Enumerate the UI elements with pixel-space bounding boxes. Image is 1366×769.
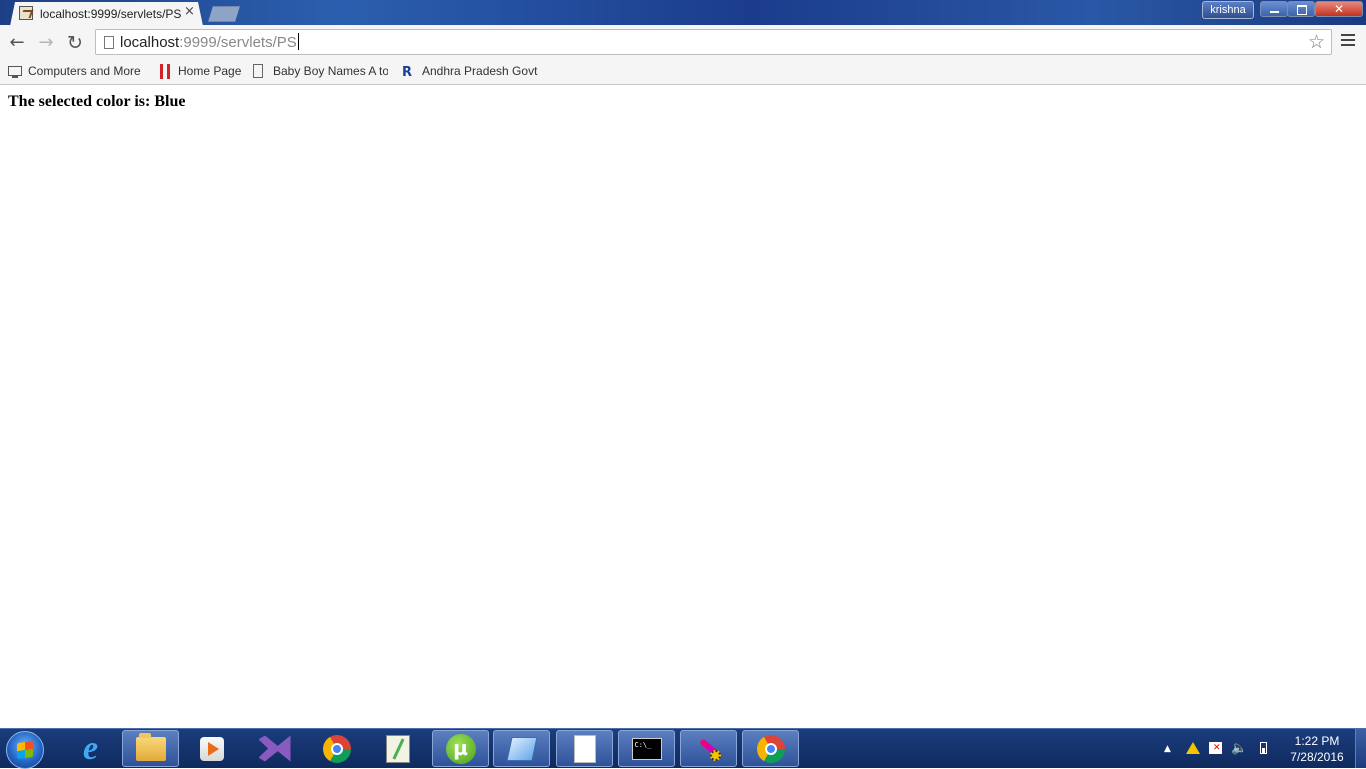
- url-path: :9999/servlets/PS: [179, 34, 297, 51]
- media-player-icon: [199, 736, 224, 761]
- bookmark-label: Andhra Pradesh Govt: [422, 64, 538, 78]
- clock-date: 7/28/2016: [1290, 750, 1344, 764]
- page-icon: [253, 64, 263, 78]
- bookmark-computers-and-more[interactable]: Computers and More: [8, 63, 146, 81]
- minimize-button[interactable]: [1260, 1, 1288, 17]
- taskbar-file-explorer[interactable]: [122, 730, 179, 767]
- taskbar-internet-explorer[interactable]: e: [62, 730, 119, 767]
- clock-time: 1:22 PM: [1294, 734, 1340, 748]
- close-window-button[interactable]: ✕: [1315, 1, 1363, 17]
- folder-icon: [135, 732, 166, 761]
- chrome-icon: [322, 734, 351, 763]
- back-button[interactable]: ←: [7, 33, 27, 53]
- url-host: localhost: [120, 34, 180, 51]
- taskbar-chrome[interactable]: [308, 730, 365, 767]
- network-warning-icon[interactable]: [1186, 742, 1200, 754]
- utorrent-icon: µ: [445, 733, 476, 764]
- monitor-icon: [8, 66, 22, 78]
- forward-button[interactable]: →: [36, 33, 56, 53]
- start-button[interactable]: [6, 731, 44, 769]
- profile-badge[interactable]: krishna: [1202, 1, 1254, 19]
- show-desktop-button[interactable]: [1355, 729, 1366, 768]
- ap-logo-icon: R: [402, 65, 413, 80]
- page-icon: [104, 36, 114, 49]
- tab-favicon-icon: [19, 6, 33, 20]
- tab-title: localhost:9999/servlets/PS: [40, 7, 182, 21]
- bookmark-label: Computers and More: [28, 64, 141, 78]
- tab-close-icon[interactable]: ×: [184, 4, 195, 19]
- system-clock[interactable]: 1:22 PM 7/28/2016: [1284, 733, 1350, 765]
- action-center-flag-icon[interactable]: [1209, 742, 1222, 754]
- taskbar-tool-app[interactable]: [680, 730, 737, 767]
- page-content: The selected color is: Blue: [0, 85, 1366, 728]
- url-text[interactable]: localhost:9999/servlets/PS: [120, 33, 299, 51]
- bookmark-label: Baby Boy Names A to: [273, 64, 388, 78]
- text-cursor: [297, 33, 299, 50]
- taskbar-visual-studio[interactable]: [246, 730, 303, 767]
- visual-studio-icon: [259, 736, 291, 762]
- tool-app-icon: [694, 734, 724, 764]
- menu-icon[interactable]: [1341, 34, 1355, 50]
- taskbar-notepad-plus-plus[interactable]: [369, 730, 426, 767]
- bookmarks-bar: Computers and More Home Page Baby Boy Na…: [0, 60, 1366, 85]
- browser-toolbar: ← → ↻ localhost:9999/servlets/PS ☆: [0, 25, 1366, 60]
- editor-icon: [505, 736, 538, 761]
- internet-explorer-icon: e: [82, 729, 99, 767]
- taskbar-document[interactable]: [556, 730, 613, 767]
- browser-title-bar: localhost:9999/servlets/PS × krishna ✕: [0, 0, 1366, 25]
- selected-color-message: The selected color is: Blue: [8, 93, 186, 110]
- system-tray: ▲ 🔈: [1160, 729, 1280, 768]
- bookmark-home-page[interactable]: Home Page: [158, 63, 248, 81]
- tab-active[interactable]: localhost:9999/servlets/PS ×: [10, 2, 203, 26]
- bookmark-label: Home Page: [178, 64, 242, 78]
- reload-button[interactable]: ↻: [65, 33, 85, 53]
- chrome-icon: [756, 734, 785, 763]
- volume-icon[interactable]: 🔈: [1231, 742, 1247, 755]
- address-bar[interactable]: localhost:9999/servlets/PS ☆: [95, 29, 1332, 55]
- taskbar-utorrent[interactable]: µ: [432, 730, 489, 767]
- red-bars-icon: [160, 64, 170, 79]
- bookmark-baby-boy-names[interactable]: Baby Boy Names A to: [253, 63, 388, 81]
- new-tab-button[interactable]: [208, 6, 240, 22]
- bookmark-andhra-pradesh-govt[interactable]: R Andhra Pradesh Govt: [402, 63, 542, 81]
- show-hidden-icons-icon[interactable]: ▲: [1164, 743, 1171, 756]
- document-icon: [573, 734, 596, 763]
- taskbar-chrome-active[interactable]: [742, 730, 799, 767]
- taskbar-editor[interactable]: [493, 730, 550, 767]
- taskbar-media-player[interactable]: [183, 730, 240, 767]
- command-prompt-icon: C:\_: [631, 737, 662, 760]
- bookmark-star-icon[interactable]: ☆: [1308, 31, 1325, 53]
- taskbar: e µ C:\_ ▲ 🔈 1:22 PM 7/28/2016: [0, 728, 1366, 769]
- notepad-plus-plus-icon: [385, 734, 410, 763]
- maximize-button[interactable]: [1287, 1, 1315, 17]
- battery-icon[interactable]: [1260, 742, 1267, 754]
- taskbar-command-prompt[interactable]: C:\_: [618, 730, 675, 767]
